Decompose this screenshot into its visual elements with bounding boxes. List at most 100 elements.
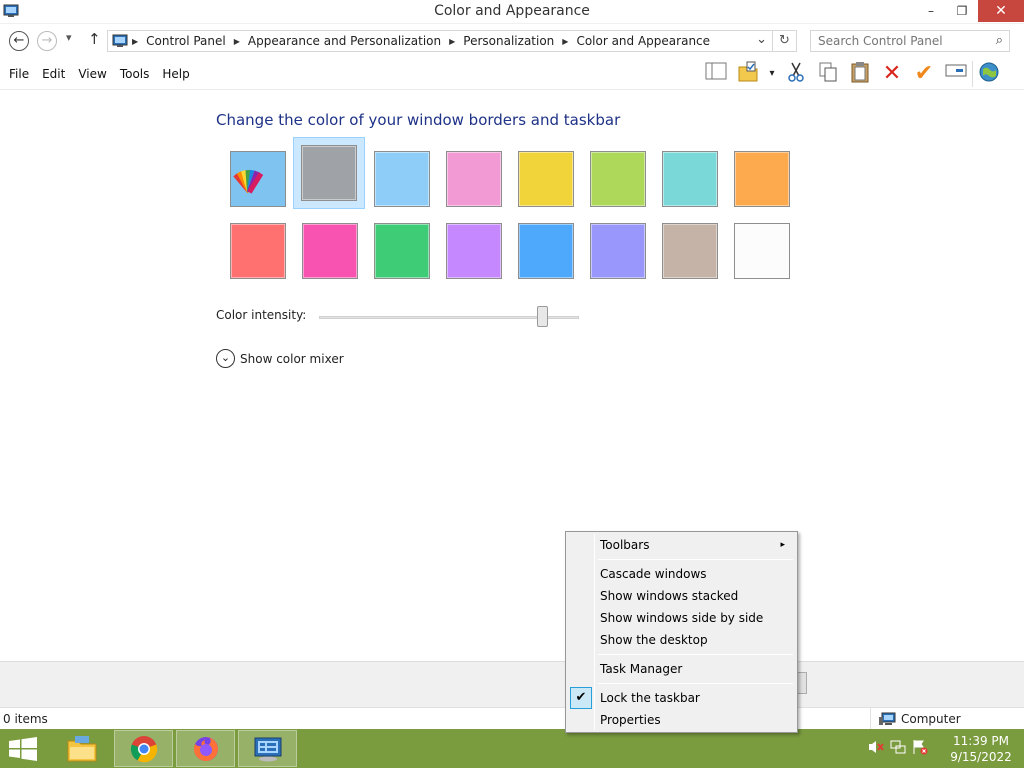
swatch-color[interactable] bbox=[302, 223, 358, 279]
swatch-sun[interactable] bbox=[512, 145, 582, 215]
swatch-color[interactable] bbox=[518, 223, 574, 279]
swatch-color[interactable] bbox=[734, 151, 790, 207]
taskbar-control-panel[interactable] bbox=[238, 730, 297, 767]
menu-file[interactable]: File bbox=[3, 67, 35, 81]
swatch-sky[interactable] bbox=[293, 137, 365, 209]
taskbar-clock[interactable]: 11:39 PM 9/15/2022 bbox=[950, 733, 1012, 765]
search-box[interactable]: ⌕ bbox=[810, 30, 1010, 52]
recent-locations-button[interactable]: ▾ bbox=[66, 31, 72, 44]
swatch-pink[interactable] bbox=[296, 217, 366, 287]
copy-icon[interactable] bbox=[812, 61, 844, 87]
menu-item-show-desktop[interactable]: Show the desktop bbox=[568, 629, 795, 651]
page-title: Change the color of your window borders … bbox=[216, 111, 621, 129]
chevron-down-icon[interactable]: ⌄ bbox=[216, 349, 235, 368]
breadcrumb-separator-icon[interactable]: ▶ bbox=[132, 37, 138, 46]
swatch-color[interactable] bbox=[734, 223, 790, 279]
breadcrumb-color-appearance[interactable]: Color and Appearance bbox=[576, 34, 710, 48]
check-icon[interactable]: ✔ bbox=[908, 61, 940, 87]
swatch-color[interactable] bbox=[301, 145, 357, 201]
swatch-taupe[interactable] bbox=[656, 217, 726, 287]
swatch-automatic[interactable] bbox=[224, 145, 294, 215]
swatch-twilight[interactable] bbox=[368, 145, 438, 215]
swatch-color[interactable] bbox=[446, 151, 502, 207]
rename-icon[interactable] bbox=[940, 61, 972, 87]
swatch-color[interactable] bbox=[662, 223, 718, 279]
menu-help[interactable]: Help bbox=[156, 67, 195, 81]
swatch-sea[interactable] bbox=[368, 217, 438, 287]
address-bar[interactable]: ▶ Control Panel ▶ Appearance and Persona… bbox=[107, 30, 773, 52]
minimize-button[interactable]: – bbox=[917, 0, 945, 22]
swatch-blush[interactable] bbox=[440, 145, 510, 215]
breadcrumb-appearance-personalization[interactable]: Appearance and Personalization bbox=[248, 34, 441, 48]
firefox-icon[interactable] bbox=[192, 735, 220, 763]
dropdown-icon[interactable]: ▾ bbox=[764, 61, 780, 87]
layout-icon[interactable] bbox=[700, 61, 732, 87]
breadcrumb-control-panel[interactable]: Control Panel bbox=[146, 34, 226, 48]
status-zone: Computer bbox=[870, 708, 1010, 730]
footer-button-edge[interactable] bbox=[797, 672, 807, 694]
network-icon[interactable] bbox=[890, 739, 906, 759]
address-dropdown-icon[interactable]: ⌄ bbox=[756, 32, 767, 47]
breadcrumb-separator-icon[interactable]: ▶ bbox=[234, 37, 240, 46]
close-button[interactable]: ✕ bbox=[978, 0, 1024, 22]
taskbar-chrome[interactable] bbox=[114, 730, 173, 767]
menu-edit[interactable]: Edit bbox=[36, 67, 71, 81]
breadcrumb-separator-icon[interactable]: ▶ bbox=[449, 37, 455, 46]
swatch-leaf[interactable] bbox=[584, 145, 654, 215]
swatch-frost[interactable] bbox=[728, 217, 798, 287]
breadcrumb-personalization[interactable]: Personalization bbox=[463, 34, 554, 48]
swatch-color[interactable] bbox=[518, 151, 574, 207]
forward-button[interactable]: → bbox=[37, 31, 57, 51]
show-color-mixer-toggle[interactable]: ⌄ Show color mixer bbox=[216, 349, 344, 368]
swatch-lavender[interactable] bbox=[584, 217, 654, 287]
swatch-color[interactable] bbox=[590, 151, 646, 207]
menu-item-lock-taskbar[interactable]: ✔ Lock the taskbar bbox=[568, 687, 795, 709]
menu-item-show-windows-side-by-side[interactable]: Show windows side by side bbox=[568, 607, 795, 629]
menu-item-show-windows-stacked[interactable]: Show windows stacked bbox=[568, 585, 795, 607]
back-button[interactable]: ← bbox=[9, 31, 29, 51]
refresh-button[interactable]: ↻ bbox=[773, 30, 797, 52]
taskbar-file-explorer[interactable] bbox=[52, 730, 111, 767]
volume-muted-icon[interactable] bbox=[868, 739, 884, 759]
taskbar-firefox[interactable] bbox=[176, 730, 235, 767]
menu-item-toolbars[interactable]: Toolbars ▸ bbox=[568, 534, 795, 556]
menu-item-properties[interactable]: Properties bbox=[568, 709, 795, 731]
taskbar: 11:39 PM 9/15/2022 bbox=[0, 729, 1024, 768]
swatch-color[interactable] bbox=[590, 223, 646, 279]
swatch-pumpkin[interactable] bbox=[728, 145, 798, 215]
swatch-color[interactable] bbox=[374, 151, 430, 207]
swatch-lime[interactable] bbox=[656, 145, 726, 215]
swatch-color[interactable] bbox=[662, 151, 718, 207]
paste-icon[interactable] bbox=[844, 61, 876, 87]
properties-icon[interactable] bbox=[732, 61, 764, 87]
main-content: Change the color of your window borders … bbox=[0, 91, 1024, 661]
color-intensity-thumb[interactable] bbox=[537, 306, 548, 327]
submenu-arrow-icon: ▸ bbox=[780, 540, 785, 550]
swatch-color[interactable] bbox=[230, 223, 286, 279]
breadcrumb-separator-icon[interactable]: ▶ bbox=[562, 37, 568, 46]
menu-item-cascade-windows[interactable]: Cascade windows bbox=[568, 563, 795, 585]
up-button[interactable]: ↑ bbox=[88, 30, 101, 48]
globe-icon[interactable] bbox=[972, 61, 1004, 87]
swatch-color[interactable] bbox=[446, 223, 502, 279]
windows-start-icon[interactable] bbox=[8, 737, 38, 761]
show-color-mixer-label[interactable]: Show color mixer bbox=[240, 352, 344, 366]
cut-icon[interactable] bbox=[780, 61, 812, 87]
swatch-violet[interactable] bbox=[440, 217, 510, 287]
color-palette-icon[interactable] bbox=[230, 151, 286, 207]
restore-button[interactable]: ❐ bbox=[948, 0, 976, 22]
menu-view[interactable]: View bbox=[72, 67, 112, 81]
control-panel-icon[interactable] bbox=[253, 735, 283, 763]
swatch-color[interactable] bbox=[374, 223, 430, 279]
swatch-lagoon[interactable] bbox=[512, 217, 582, 287]
delete-icon[interactable]: ✕ bbox=[876, 61, 908, 87]
search-input[interactable] bbox=[811, 31, 981, 51]
search-icon[interactable]: ⌕ bbox=[996, 33, 1003, 48]
menu-separator bbox=[598, 683, 793, 684]
chrome-icon[interactable] bbox=[130, 735, 158, 763]
action-center-icon[interactable] bbox=[912, 739, 928, 759]
file-explorer-icon[interactable] bbox=[66, 735, 98, 763]
menu-tools[interactable]: Tools bbox=[114, 67, 156, 81]
menu-item-task-manager[interactable]: Task Manager bbox=[568, 658, 795, 680]
swatch-fuchsia[interactable] bbox=[224, 217, 294, 287]
